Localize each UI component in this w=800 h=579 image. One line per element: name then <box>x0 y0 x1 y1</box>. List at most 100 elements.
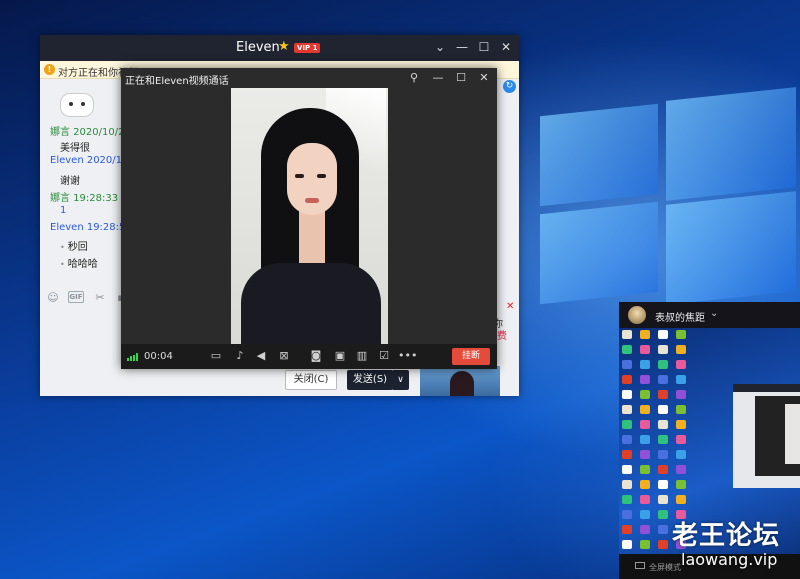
desktop-app-icon <box>622 495 632 504</box>
avatar <box>628 306 646 324</box>
video-stream <box>231 88 388 344</box>
desktop-app-icon <box>658 330 668 339</box>
desktop-app-icon <box>622 450 632 459</box>
minimize-button[interactable]: — <box>431 71 445 84</box>
desktop-app-icon <box>658 435 668 444</box>
desktop-app-icon <box>622 525 632 534</box>
ad-image[interactable] <box>420 366 500 396</box>
desktop-app-icon <box>658 390 668 399</box>
share-title: 表叔的焦距 <box>655 313 705 324</box>
desktop-app-icon <box>658 450 668 459</box>
message-text-content: 秒回 <box>67 242 88 253</box>
desktop-app-icon <box>622 390 632 399</box>
maximize-button[interactable]: ☐ <box>454 71 468 84</box>
desktop-app-icon <box>622 510 632 519</box>
desktop-app-icon <box>640 375 650 384</box>
desktop-app-icon <box>622 480 632 489</box>
message-text: 1 <box>60 205 67 216</box>
desktop-app-icon <box>622 435 632 444</box>
emoji-icon[interactable]: ☺ <box>46 291 60 305</box>
send-button[interactable]: 发送(S) <box>347 370 393 390</box>
call-timer: 00:04 <box>144 351 173 362</box>
shared-chat-window <box>733 384 800 488</box>
whiteboard-icon[interactable]: ☑ <box>376 349 392 363</box>
desktop-app-icon <box>676 405 686 414</box>
message-sender: 娜言 19:28:33 <box>50 193 119 204</box>
message-text: 哈哈哈 <box>60 255 98 270</box>
desktop-app-icon <box>640 435 650 444</box>
desktop-app-icon <box>640 465 650 474</box>
ad-text: 费 <box>497 331 507 342</box>
video-control-bar: 00:04 ▭ ♪ ◀ ⊠ ◙ ▣ ▥ ☑ ••• 挂断 <box>121 344 497 369</box>
warning-icon: ! <box>44 64 55 75</box>
desktop-app-icon <box>622 375 632 384</box>
desktop-app-icon <box>658 480 668 489</box>
message-text: 秒回 <box>60 238 88 253</box>
chat-contact-name: Eleven <box>236 40 280 55</box>
maximize-button[interactable]: ☐ <box>476 40 492 54</box>
close-button[interactable]: ✕ <box>498 40 514 54</box>
desktop-app-icon <box>640 480 650 489</box>
ad-close-icon[interactable]: ✕ <box>506 301 514 312</box>
chevron-down-icon[interactable]: ⌄ <box>710 308 718 319</box>
desktop-app-icon <box>676 330 686 339</box>
close-button[interactable]: ✕ <box>477 71 491 84</box>
hang-up-button[interactable]: 挂断 <box>452 348 490 365</box>
desktop-app-icon <box>640 330 650 339</box>
message-text-content: 哈哈哈 <box>67 259 98 270</box>
desktop-app-icon <box>622 330 632 339</box>
desktop-app-icon <box>658 420 668 429</box>
refresh-icon[interactable]: ↻ <box>503 80 516 93</box>
desktop-app-icon <box>622 420 632 429</box>
desktop-app-icon <box>676 375 686 384</box>
desktop-app-icon <box>622 405 632 414</box>
desktop-app-icon <box>640 360 650 369</box>
watermark-title: 老王论坛 <box>672 521 781 551</box>
desktop-app-icon <box>658 510 668 519</box>
desktop-app-icon <box>658 375 668 384</box>
desktop-app-icon <box>640 390 650 399</box>
desktop-app-icon <box>640 510 650 519</box>
pin-icon[interactable]: ⚲ <box>407 71 421 84</box>
message-text: 美得很 <box>60 143 90 154</box>
chat-history: 娜言 2020/10/22 美得很 Eleven 2020/10/2 谢谢 娜言… <box>40 79 138 319</box>
chat-title-bar[interactable]: Eleven ★ VIP 1 ⌄ — ☐ ✕ <box>40 35 519 61</box>
message-sender: 娜言 2020/10/22 <box>50 127 131 138</box>
desktop-app-icon <box>676 435 686 444</box>
share-title-bar[interactable]: 表叔的焦距 ⌄ <box>619 302 800 328</box>
desktop-app-icon <box>658 465 668 474</box>
desktop-app-icon <box>640 495 650 504</box>
send-options-button[interactable]: ∨ <box>392 370 409 390</box>
desktop-app-icon <box>676 360 686 369</box>
speaker-icon[interactable]: ◀ <box>253 349 269 363</box>
fullscreen-mode-label[interactable]: 全屏模式 <box>649 562 681 573</box>
close-chat-button[interactable]: 关闭(C) <box>285 370 337 390</box>
microphone-icon[interactable]: ♪ <box>232 349 248 363</box>
desktop-app-icon <box>676 480 686 489</box>
desktop-app-icon <box>640 345 650 354</box>
desktop-app-icon <box>676 450 686 459</box>
desktop-app-icon <box>640 405 650 414</box>
video-call-window: 正在和Eleven视频通话 ⚲ — ☐ ✕ 00:04 ▭ ♪ ◀ ⊠ ◙ ▣ … <box>121 68 497 369</box>
desktop-app-icon <box>676 465 686 474</box>
more-icon[interactable]: ••• <box>398 349 417 363</box>
message-text: 谢谢 <box>60 176 80 187</box>
desktop-app-icon <box>658 345 668 354</box>
screen-share-icon[interactable]: ▥ <box>354 349 370 363</box>
screenshot-icon[interactable]: ◙ <box>308 349 324 363</box>
message-icon[interactable]: ▭ <box>208 349 224 363</box>
desktop-app-icon <box>622 540 632 549</box>
desktop-app-icon <box>622 465 632 474</box>
desktop-app-icon <box>658 540 668 549</box>
vip-badge: VIP 1 <box>294 43 321 53</box>
video-title-bar[interactable]: 正在和Eleven视频通话 ⚲ — ☐ ✕ <box>121 68 497 88</box>
gif-icon[interactable]: GIF <box>68 291 84 303</box>
effects-icon[interactable]: ▣ <box>332 349 348 363</box>
message-sender: Eleven 19:28:59 <box>50 222 132 233</box>
scissors-icon[interactable]: ✂ <box>93 291 107 305</box>
desktop-app-icon <box>658 495 668 504</box>
desktop-app-icon <box>658 525 668 534</box>
chevron-down-icon[interactable]: ⌄ <box>432 40 448 54</box>
minimize-button[interactable]: — <box>454 40 470 54</box>
camera-off-icon[interactable]: ⊠ <box>276 349 292 363</box>
